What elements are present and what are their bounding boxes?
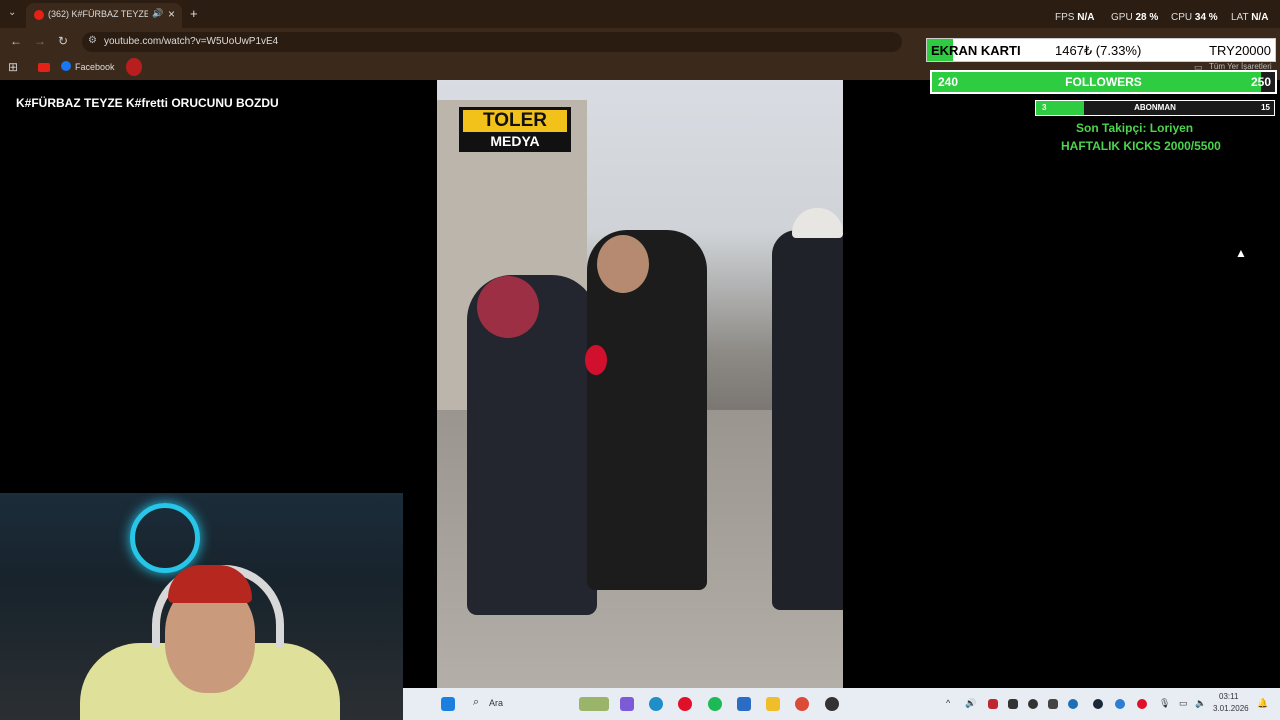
cpu-stat: CPU 34 % <box>1171 12 1218 23</box>
volume-tray-icon[interactable]: 🔊 <box>965 698 976 709</box>
feather-logo-icon <box>126 58 142 76</box>
youtube-favicon-icon <box>34 10 44 20</box>
facebook-bookmark-icon[interactable] <box>61 61 71 71</box>
microphone <box>585 345 607 375</box>
speaker-tray-icon[interactable]: 🔈 <box>1195 698 1206 709</box>
tray-app-icon-5[interactable] <box>1068 699 1078 709</box>
clock-date[interactable]: 3.01.2026 <box>1213 704 1249 713</box>
browser-tab[interactable]: (362) K#FÜRBAZ TEYZE K# 🔊 × <box>26 3 182 28</box>
store-icon[interactable] <box>737 697 751 711</box>
ekran-karti-goal-bar: EKRAN KARTI 1467₺ (7.33%) TRY20000 <box>926 38 1276 62</box>
tray-app-icon-2[interactable] <box>1008 699 1018 709</box>
weekly-kicks: HAFTALIK KICKS 2000/5500 <box>1061 139 1221 153</box>
microphone-icon[interactable]: 🎙 <box>1159 698 1170 709</box>
lat-value: N/A <box>1251 12 1269 23</box>
chrome-icon[interactable] <box>795 697 809 711</box>
apps-grid-icon[interactable]: ⊞ <box>8 60 18 74</box>
gpu-stat: GPU 28 % <box>1111 12 1158 23</box>
followers-goal-bar: 240 FOLLOWERS 250 <box>930 70 1277 94</box>
speaker-icon[interactable]: 🔊 <box>152 8 163 19</box>
tab-search-icon[interactable]: ⌄ <box>8 7 16 18</box>
spotify-icon[interactable] <box>708 697 722 711</box>
copilot-icon[interactable] <box>620 697 634 711</box>
headscarf <box>477 276 539 338</box>
opera-icon[interactable] <box>678 697 692 711</box>
cpu-label: CPU <box>1171 12 1193 23</box>
clock-time[interactable]: 03:11 <box>1219 692 1238 701</box>
widget-icon[interactable] <box>579 697 609 711</box>
lat-label: LAT <box>1231 12 1249 23</box>
gpu-label: GPU <box>1111 12 1133 23</box>
mouse-cursor-icon: ▲ <box>1235 246 1247 260</box>
address-bar[interactable]: ⚙ youtube.com/watch?v=W5UoUwP1vE4 <box>82 32 902 52</box>
followers-label: FOLLOWERS <box>1065 75 1142 89</box>
lat-stat: LAT N/A <box>1231 12 1268 23</box>
url-text: youtube.com/watch?v=W5UoUwP1vE4 <box>104 36 279 47</box>
youtube-bookmark-icon[interactable] <box>38 63 50 72</box>
windows-start-icon[interactable] <box>441 697 455 711</box>
tray-app-icon-4[interactable] <box>1048 699 1058 709</box>
neon-light <box>130 503 200 573</box>
man-right-figure <box>772 230 843 610</box>
cpu-value: 34 % <box>1194 12 1218 23</box>
tray-app-icon-6[interactable] <box>1115 699 1125 709</box>
toler-medya-logo: TOLER MEDYA <box>459 107 571 152</box>
brand-line-2: MEDYA <box>490 133 540 149</box>
site-info-icon[interactable]: ⚙ <box>88 35 97 46</box>
record-icon[interactable] <box>1137 699 1147 709</box>
close-tab-icon[interactable]: × <box>168 7 175 21</box>
edge-icon[interactable] <box>649 697 663 711</box>
abonman-goal: 15 <box>1261 103 1270 112</box>
tab-title: (362) K#FÜRBAZ TEYZE K# <box>48 9 148 19</box>
facebook-bookmark[interactable]: Facebook <box>75 62 115 72</box>
search-icon[interactable]: ⌕ <box>473 696 479 709</box>
followers-goal: 250 <box>1250 75 1271 89</box>
notification-icon[interactable]: 🔔 <box>1257 698 1268 709</box>
video-player[interactable]: TOLER MEDYA <box>437 80 843 688</box>
ekran-label: EKRAN KARTI <box>931 43 1021 58</box>
video-title: K#FÜRBAZ TEYZE K#fretti ORUCUNU BOZDU <box>16 96 279 110</box>
abonman-goal-bar: 3 ABONMAN 15 <box>1035 100 1275 116</box>
steam-icon[interactable] <box>1093 699 1103 709</box>
reload-icon[interactable]: ↻ <box>58 34 68 48</box>
file-explorer-icon[interactable] <box>766 697 780 711</box>
fps-label: FPS <box>1055 12 1075 23</box>
abonman-label: ABONMAN <box>1134 103 1176 112</box>
taskbar-search[interactable]: Ara <box>489 698 503 708</box>
last-follower: Son Takipçi: Loriyen <box>1076 121 1194 135</box>
ekran-value: 1467₺ (7.33%) <box>1055 43 1142 58</box>
gpu-value: 28 % <box>1135 12 1159 23</box>
webcam-feed <box>0 493 403 720</box>
obs-icon[interactable] <box>825 697 839 711</box>
tray-app-icon-1[interactable] <box>988 699 998 709</box>
network-icon[interactable]: ▭ <box>1179 698 1188 709</box>
tray-chevron-icon[interactable]: ^ <box>946 698 950 708</box>
back-icon[interactable]: ← <box>10 34 22 48</box>
fps-value: N/A <box>1077 12 1095 23</box>
brand-line-1: TOLER <box>463 110 567 132</box>
windows-taskbar: ⌕ Ara ^ 🔊 🎙 ▭ 🔈 03:11 3.01.2026 🔔 <box>403 688 1280 720</box>
reporter-head <box>597 235 649 293</box>
white-cap <box>792 208 843 238</box>
tray-app-icon-3[interactable] <box>1028 699 1038 709</box>
ekran-target: TRY20000 <box>1209 43 1271 58</box>
fps-stat: FPS N/A <box>1055 12 1094 23</box>
new-tab-button[interactable]: + <box>190 6 198 21</box>
forward-icon[interactable]: → <box>34 34 46 48</box>
